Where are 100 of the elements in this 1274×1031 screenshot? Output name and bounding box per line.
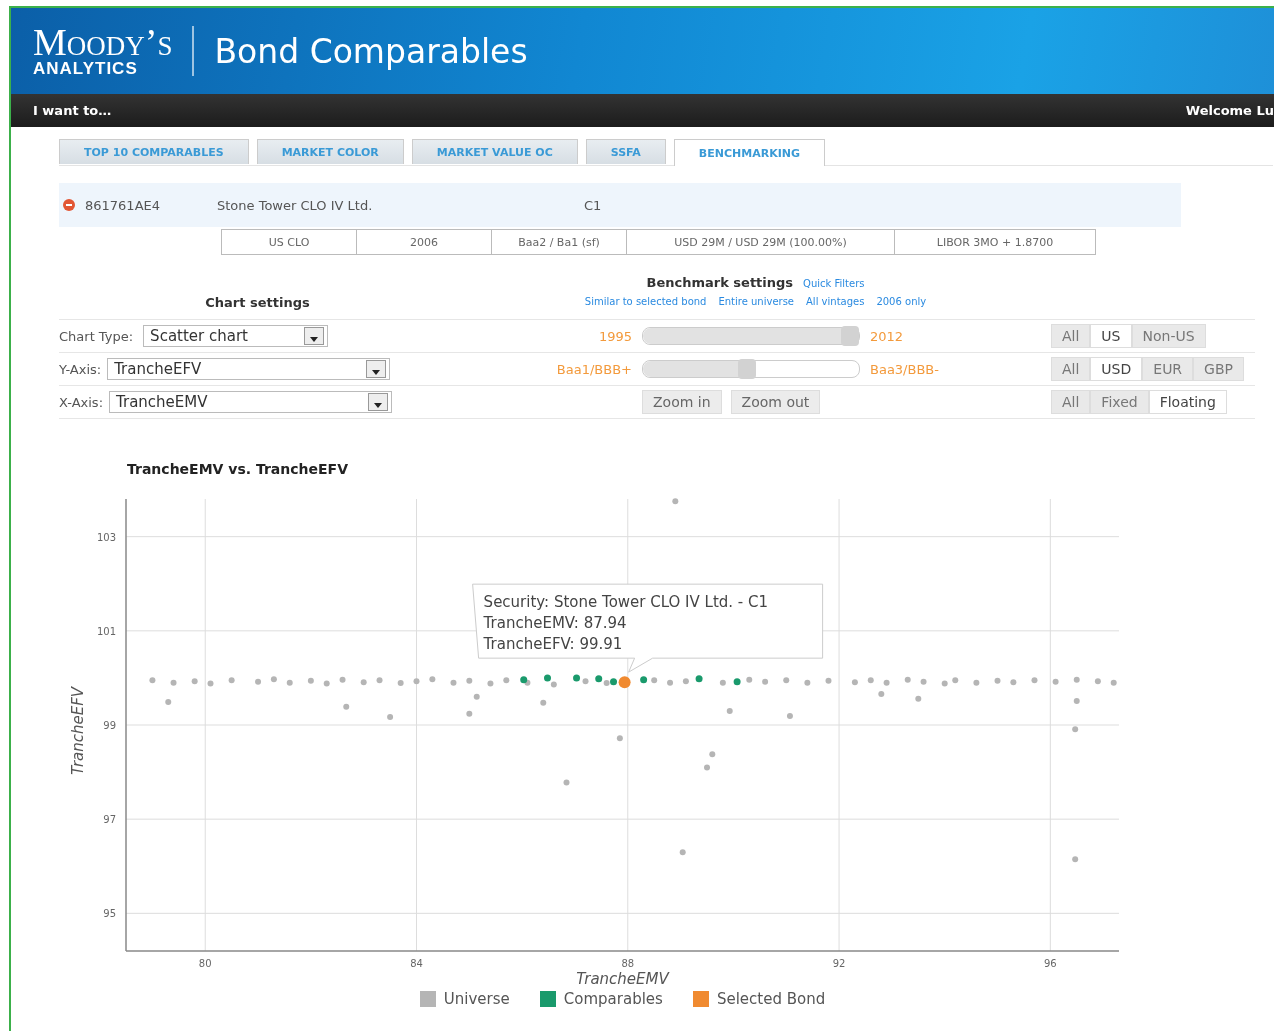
filter-toggle[interactable]: All — [1051, 324, 1091, 348]
filter-link[interactable]: 2006 only — [876, 296, 927, 307]
data-point[interactable] — [603, 680, 610, 687]
data-point[interactable] — [170, 679, 177, 686]
data-point[interactable] — [595, 675, 603, 683]
data-point[interactable] — [149, 677, 156, 684]
data-point[interactable] — [450, 679, 457, 686]
data-point[interactable] — [550, 681, 557, 688]
data-point[interactable] — [413, 678, 420, 685]
data-point[interactable] — [339, 676, 346, 683]
data-point[interactable] — [695, 675, 703, 683]
data-point[interactable] — [544, 674, 551, 682]
slider-thumb[interactable] — [841, 326, 859, 346]
data-point[interactable] — [920, 678, 927, 685]
data-point[interactable] — [191, 678, 198, 685]
tab[interactable]: TOP 10 COMPARABLES — [59, 139, 249, 164]
tab[interactable]: MARKET COLOR — [256, 139, 404, 164]
data-point[interactable] — [679, 849, 686, 856]
slider-thumb[interactable] — [738, 359, 757, 379]
data-point[interactable] — [610, 678, 617, 686]
data-point[interactable] — [207, 680, 214, 687]
data-point[interactable] — [709, 751, 716, 758]
data-point[interactable] — [618, 676, 631, 689]
remove-icon[interactable] — [63, 199, 75, 211]
filter-toggle[interactable]: US — [1090, 324, 1132, 348]
filter-link[interactable]: Similar to selected bond — [584, 296, 707, 307]
data-point[interactable] — [286, 679, 293, 686]
data-point[interactable] — [582, 678, 589, 685]
filter-toggle[interactable]: Fixed — [1090, 390, 1149, 414]
data-point[interactable] — [952, 677, 959, 684]
data-point[interactable] — [540, 699, 547, 706]
data-point[interactable] — [762, 678, 769, 685]
data-point[interactable] — [573, 674, 581, 682]
filter-link[interactable]: Entire universe — [718, 296, 794, 307]
filter-toggle[interactable]: All — [1051, 390, 1091, 414]
filter-toggle[interactable]: GBP — [1193, 357, 1244, 381]
data-point[interactable] — [1073, 676, 1080, 683]
data-point[interactable] — [783, 677, 790, 684]
data-point[interactable] — [1094, 678, 1101, 685]
data-point[interactable] — [719, 679, 726, 686]
zoom-button[interactable]: Zoom in — [642, 390, 722, 414]
legend-label[interactable]: Selected Bond — [716, 990, 826, 1008]
data-point[interactable] — [473, 693, 480, 700]
data-point[interactable] — [726, 707, 733, 714]
data-point[interactable] — [165, 698, 172, 705]
data-point[interactable] — [255, 678, 262, 685]
data-point[interactable] — [825, 677, 832, 684]
data-point[interactable] — [429, 676, 436, 683]
data-point[interactable] — [904, 676, 911, 683]
dropdown[interactable]: TrancheEMV — [109, 391, 392, 413]
data-point[interactable] — [228, 677, 235, 684]
data-point[interactable] — [804, 679, 811, 686]
data-point[interactable] — [733, 678, 741, 686]
data-point[interactable] — [343, 703, 350, 710]
data-point[interactable] — [487, 680, 494, 687]
data-point[interactable] — [503, 677, 510, 684]
range-slider[interactable] — [642, 360, 860, 378]
filter-toggle[interactable]: All — [1051, 357, 1091, 381]
data-point[interactable] — [667, 679, 674, 686]
filter-toggle[interactable]: Non-US — [1131, 324, 1206, 348]
data-point[interactable] — [1072, 856, 1079, 863]
data-point[interactable] — [1010, 679, 1017, 686]
menu-link[interactable]: I want to… — [33, 103, 112, 118]
legend-label[interactable]: Comparables — [563, 990, 663, 1008]
filter-toggle[interactable]: Floating — [1148, 390, 1227, 414]
data-point[interactable] — [1052, 678, 1059, 685]
data-point[interactable] — [672, 498, 679, 505]
data-point[interactable] — [270, 676, 277, 683]
data-point[interactable] — [867, 677, 874, 684]
tab[interactable]: SSFA — [585, 139, 666, 164]
filter-toggle[interactable]: USD — [1090, 357, 1143, 381]
data-point[interactable] — [915, 695, 922, 702]
data-point[interactable] — [1073, 698, 1080, 704]
data-point[interactable] — [1031, 677, 1038, 684]
quick-filters-link[interactable]: Quick Filters — [803, 278, 865, 289]
data-point[interactable] — [851, 679, 858, 686]
data-point[interactable] — [941, 680, 948, 687]
data-point[interactable] — [640, 676, 648, 684]
data-point[interactable] — [307, 677, 314, 684]
data-point[interactable] — [387, 714, 394, 720]
data-point[interactable] — [973, 679, 980, 686]
filter-link[interactable]: All vintages — [806, 296, 865, 307]
tab[interactable]: BENCHMARKING — [673, 139, 825, 166]
data-point[interactable] — [360, 679, 367, 686]
dropdown[interactable]: Scatter chart — [143, 325, 329, 347]
data-point[interactable] — [520, 676, 528, 684]
data-point[interactable] — [466, 710, 473, 717]
range-slider[interactable] — [642, 327, 860, 345]
data-point[interactable] — [651, 677, 658, 684]
filter-toggle[interactable]: EUR — [1142, 357, 1194, 381]
data-point[interactable] — [682, 678, 689, 685]
dropdown[interactable]: TrancheEFV — [107, 358, 391, 380]
data-point[interactable] — [704, 764, 710, 771]
data-point[interactable] — [376, 677, 383, 684]
data-point[interactable] — [1110, 679, 1117, 686]
data-point[interactable] — [397, 680, 404, 687]
data-point[interactable] — [563, 779, 570, 786]
tab[interactable]: MARKET VALUE OC — [411, 139, 578, 164]
data-point[interactable] — [746, 676, 753, 683]
data-point[interactable] — [786, 713, 793, 720]
